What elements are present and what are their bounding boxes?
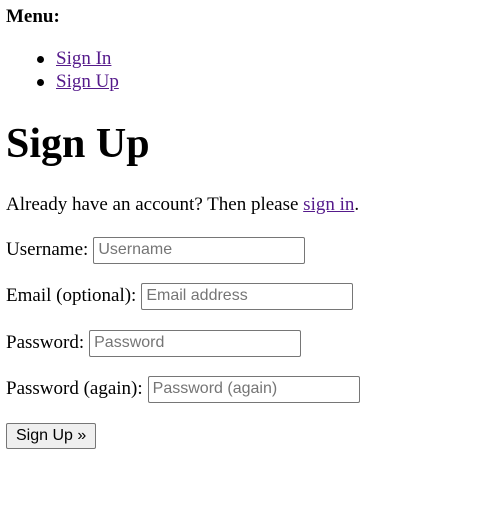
intro-sign-in-link[interactable]: sign in [303,194,354,215]
bullet-icon [37,56,44,63]
sign-up-button[interactable]: Sign Up » [6,423,97,449]
password-input[interactable] [89,329,302,357]
bullet-icon [37,79,44,86]
menu-item-sign-in: Sign In [0,48,119,71]
intro-prefix: Already have an account? Then please [6,194,304,215]
password-again-input[interactable] [147,375,360,403]
username-label: Username: [6,239,89,260]
email-row: Email (optional): [6,282,354,310]
menu-item-sign-up: Sign Up [0,71,119,94]
password-again-row: Password (again): [6,375,360,403]
menu-heading: Menu: [6,6,60,27]
page-title: Sign Up [6,121,150,167]
intro-suffix: . [354,194,360,215]
username-input[interactable] [93,236,306,264]
menu-list: Sign In Sign Up [0,48,119,94]
password-row: Password: [6,329,302,357]
email-input[interactable] [141,282,354,310]
password-label: Password: [6,332,85,353]
password-again-label: Password (again): [6,378,143,399]
username-row: Username: [6,236,306,264]
email-label: Email (optional): [6,285,137,306]
intro-text: Already have an account? Then please sig… [6,194,359,216]
sign-up-link[interactable]: Sign Up [56,71,119,92]
sign-in-link[interactable]: Sign In [56,48,111,69]
